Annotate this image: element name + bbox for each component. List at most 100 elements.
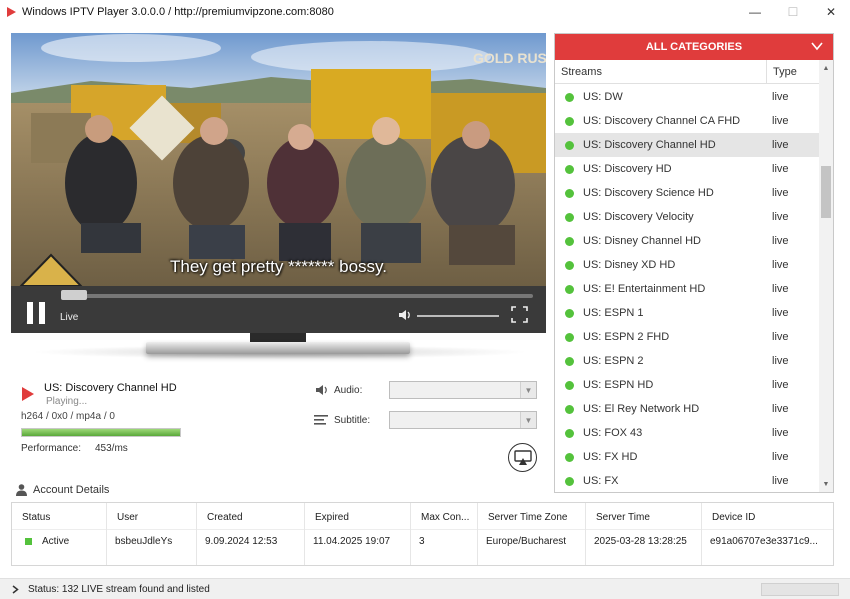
stream-row[interactable]: US: FX HD live xyxy=(555,445,819,469)
close-button[interactable]: ✕ xyxy=(812,0,850,24)
live-status-dot-icon xyxy=(565,117,574,126)
stream-row[interactable]: US: E! Entertainment HD live xyxy=(555,277,819,301)
live-status-dot-icon xyxy=(565,93,574,102)
stream-type: live xyxy=(772,235,789,247)
account-col-status: Status Active xyxy=(12,503,107,565)
stream-type: live xyxy=(772,259,789,271)
account-header-server-tz: Server Time Zone xyxy=(488,512,568,523)
video-player[interactable]: GOLD RUSH They get pretty ******* bossy.… xyxy=(11,33,546,333)
cast-button[interactable] xyxy=(508,443,537,472)
stream-type: live xyxy=(772,307,789,319)
account-details-table: Status Active User bsbeuJdleYs Created 9… xyxy=(11,502,834,566)
speaker-icon xyxy=(316,385,327,395)
account-header-max-con: Max Con... xyxy=(421,512,470,523)
stream-type: live xyxy=(772,91,789,103)
account-col-max-con: Max Con... 3 xyxy=(411,503,478,565)
stream-name: US: Discovery Channel HD xyxy=(583,139,716,151)
performance-bar-fill xyxy=(22,429,180,436)
stream-name: US: Discovery Velocity xyxy=(583,211,694,223)
player-controls: Live xyxy=(11,286,546,333)
category-dropdown[interactable]: ALL CATEGORIES xyxy=(555,34,833,60)
video-subtitle: They get pretty ******* bossy. xyxy=(169,257,387,276)
account-value-server-time: 2025-03-28 13:28:25 xyxy=(594,536,687,547)
stream-row[interactable]: US: Disney XD HD live xyxy=(555,253,819,277)
account-value-user: bsbeuJdleYs xyxy=(115,536,173,547)
stream-row[interactable]: US: Discovery HD live xyxy=(555,157,819,181)
subtitle-label: Subtitle: xyxy=(334,415,371,426)
stream-name: US: E! Entertainment HD xyxy=(583,283,706,295)
stream-name: US: ESPN 2 FHD xyxy=(583,331,670,343)
chevron-down-icon: ▼ xyxy=(520,412,536,428)
status-progress-bar xyxy=(761,583,839,596)
stream-row[interactable]: US: ESPN 1 live xyxy=(555,301,819,325)
stream-row[interactable]: US: Discovery Channel HD live xyxy=(555,133,819,157)
minimize-button[interactable]: — xyxy=(736,0,774,24)
maximize-button[interactable]: ☐ xyxy=(774,0,812,24)
account-col-created: Created 9.09.2024 12:53 xyxy=(197,503,305,565)
video-frame-image: GOLD RUSH xyxy=(11,33,546,286)
chevron-right-icon[interactable] xyxy=(12,585,19,594)
pause-icon xyxy=(27,302,33,324)
stream-name: US: FX HD xyxy=(583,451,638,463)
stream-name: US: Disney XD HD xyxy=(583,259,676,271)
codec-info: h264 / 0x0 / mp4a / 0 xyxy=(21,411,115,422)
account-header-user: User xyxy=(117,512,139,523)
stream-row[interactable]: US: Disney Channel HD live xyxy=(555,229,819,253)
stream-row[interactable]: US: Discovery Channel CA FHD live xyxy=(555,109,819,133)
live-status-dot-icon xyxy=(565,165,574,174)
volume-slider[interactable] xyxy=(417,315,499,317)
account-value-status: Active xyxy=(42,536,70,547)
column-header-type[interactable]: Type xyxy=(773,66,797,78)
column-header-streams[interactable]: Streams xyxy=(561,66,602,78)
subtitle-icon xyxy=(314,415,328,425)
seek-bar[interactable] xyxy=(61,294,533,298)
account-details-title: Account Details xyxy=(33,484,110,496)
stream-name: US: FX xyxy=(583,475,619,487)
stream-name: US: ESPN HD xyxy=(583,379,654,391)
scrollbar-thumb[interactable] xyxy=(821,166,831,218)
stream-name: US: Discovery Channel CA FHD xyxy=(583,115,741,127)
stream-row[interactable]: US: FX live xyxy=(555,469,819,493)
volume-icon[interactable] xyxy=(398,308,412,322)
stream-name: US: Disney Channel HD xyxy=(583,235,701,247)
audio-select[interactable]: ▼ xyxy=(389,381,537,399)
stream-row[interactable]: US: Discovery Velocity live xyxy=(555,205,819,229)
window-controls: — ☐ ✕ xyxy=(736,0,850,24)
stream-name: US: FOX 43 xyxy=(583,427,643,439)
live-label: Live xyxy=(60,312,79,323)
live-status-dot-icon xyxy=(565,285,574,294)
tv-stand-base xyxy=(146,342,410,354)
stream-name: US: El Rey Network HD xyxy=(583,403,700,415)
stream-name: US: ESPN 1 xyxy=(583,307,644,319)
category-panel: ALL CATEGORIES Streams Type US: DW live US… xyxy=(554,33,834,493)
stream-row[interactable]: US: ESPN 2 FHD live xyxy=(555,325,819,349)
pause-button[interactable] xyxy=(27,302,49,324)
subtitle-select[interactable]: ▼ xyxy=(389,411,537,429)
stream-type: live xyxy=(772,163,789,175)
account-col-device-id: Device ID e91a06707e3e3371c9... xyxy=(702,503,833,565)
stream-row[interactable]: US: FOX 43 live xyxy=(555,421,819,445)
live-status-dot-icon xyxy=(565,261,574,270)
scroll-down-icon[interactable]: ▼ xyxy=(819,478,833,490)
seek-thumb[interactable] xyxy=(61,290,87,300)
chevron-down-icon xyxy=(811,42,823,51)
stream-row[interactable]: US: Discovery Science HD live xyxy=(555,181,819,205)
stream-list-scrollbar[interactable]: ▲ ▼ xyxy=(819,60,833,492)
stream-row[interactable]: US: ESPN 2 live xyxy=(555,349,819,373)
account-header-status: Status xyxy=(22,512,51,523)
scroll-up-icon[interactable]: ▲ xyxy=(819,62,833,74)
account-value-server-tz: Europe/Bucharest xyxy=(486,536,567,547)
play-icon xyxy=(22,387,34,401)
fullscreen-icon[interactable] xyxy=(511,306,528,323)
cast-icon xyxy=(513,449,532,465)
live-status-dot-icon xyxy=(565,477,574,486)
category-dropdown-label: ALL CATEGORIES xyxy=(645,41,743,53)
stream-name: US: Discovery Science HD xyxy=(583,187,714,199)
live-status-dot-icon xyxy=(565,453,574,462)
account-header-device-id: Device ID xyxy=(712,512,756,523)
stream-row[interactable]: US: El Rey Network HD live xyxy=(555,397,819,421)
stream-row[interactable]: US: DW live xyxy=(555,85,819,109)
stream-type: live xyxy=(772,139,789,151)
stream-row[interactable]: US: ESPN HD live xyxy=(555,373,819,397)
audio-label: Audio: xyxy=(334,385,363,396)
